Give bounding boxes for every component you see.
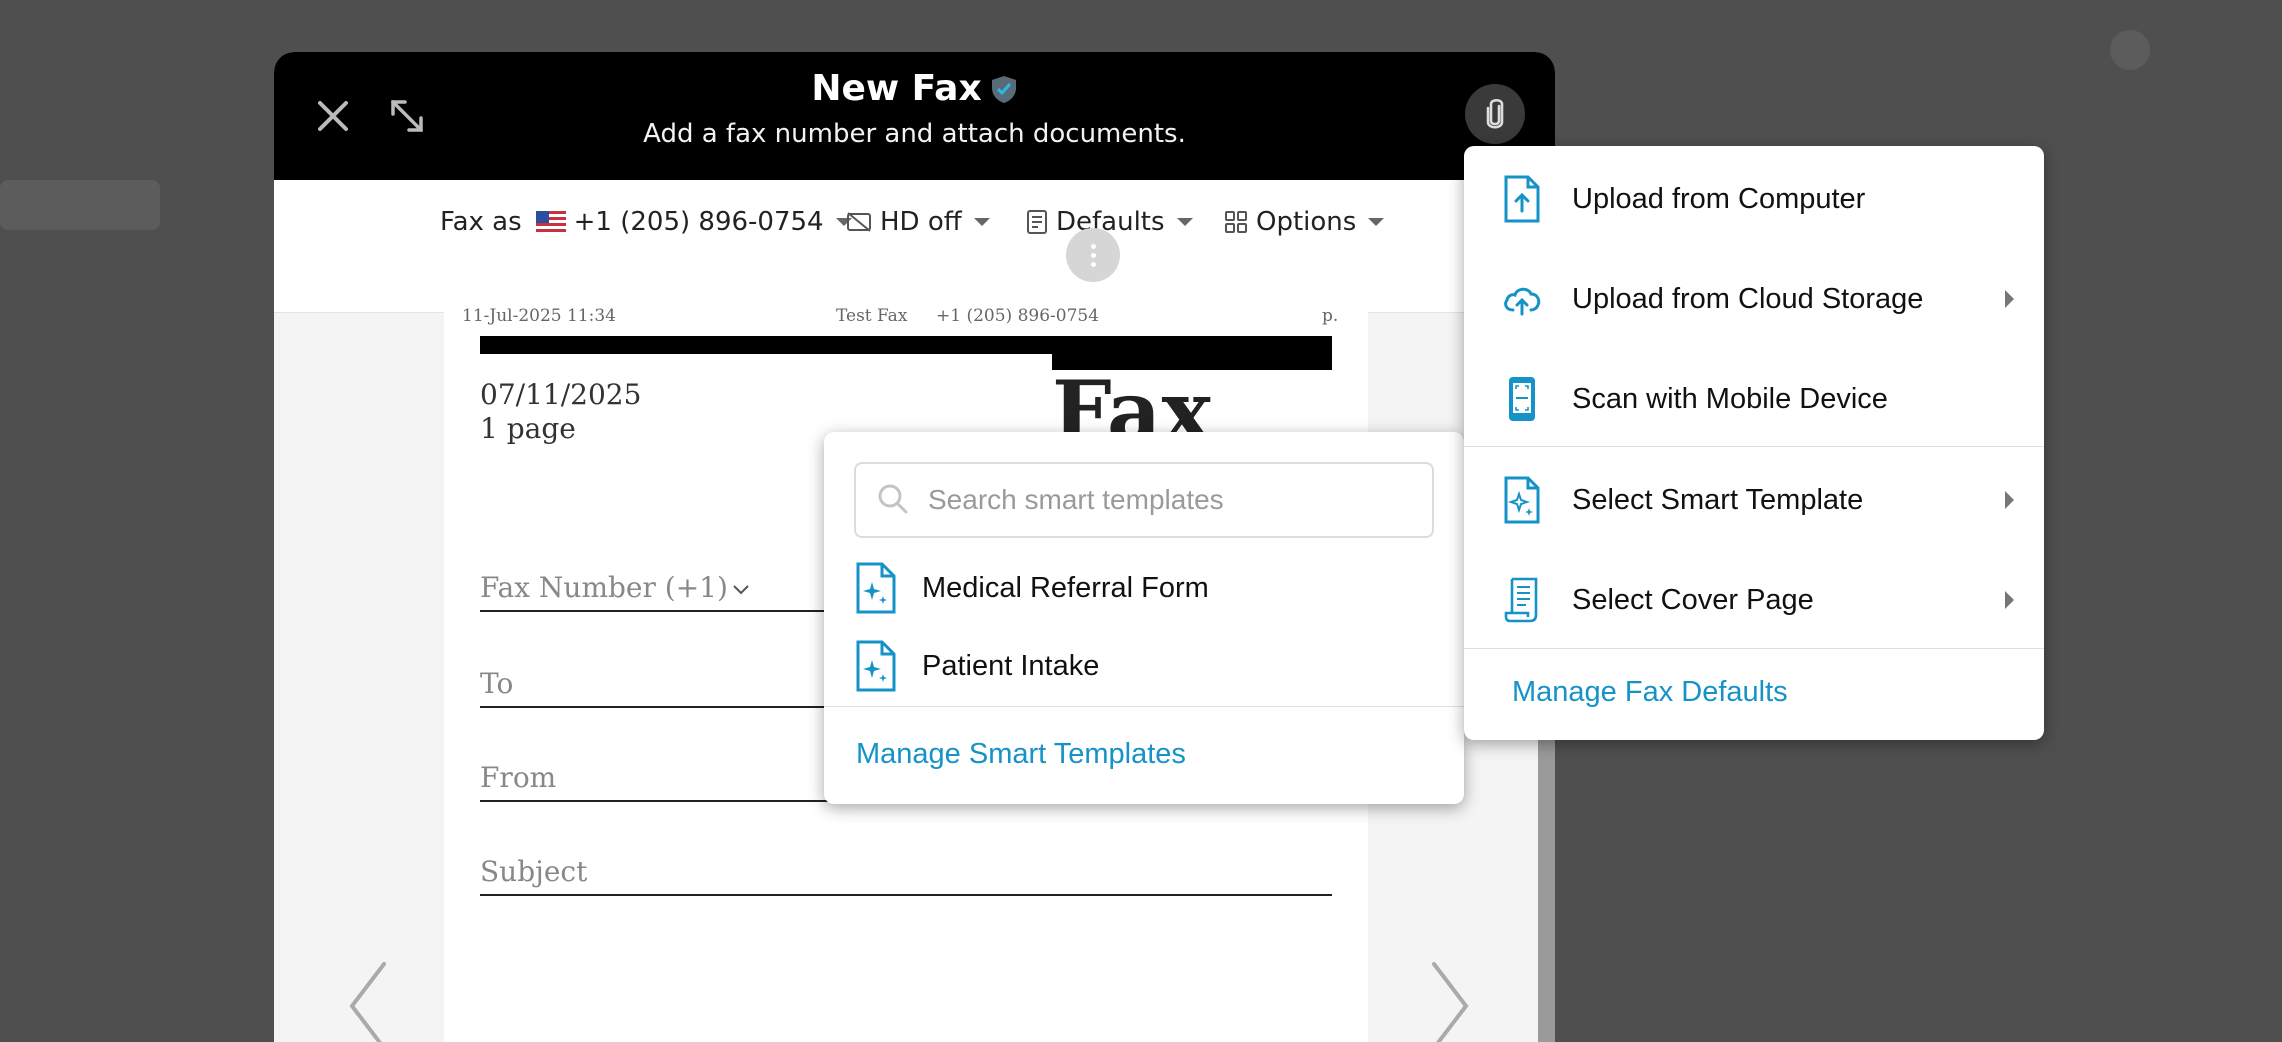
prev-page-arrow-icon[interactable]: [340, 956, 400, 1042]
smart-template-icon: [856, 640, 896, 692]
dot: [1090, 252, 1096, 258]
chevron-right-icon: [2005, 290, 2014, 308]
smart-templates-popup: Medical Referral Form Patient Intake Man…: [824, 432, 1464, 804]
template-item-patient-intake[interactable]: Patient Intake: [854, 640, 1099, 692]
search-icon: [878, 484, 908, 514]
cover-page-icon: [1504, 577, 1538, 623]
page-header-sender: Test Fax: [836, 306, 908, 326]
upload-from-computer-item[interactable]: Upload from Computer: [1464, 151, 2044, 247]
template-item-medical-referral[interactable]: Medical Referral Form: [854, 562, 1209, 614]
modal-subtitle: Add a fax number and attach documents.: [643, 119, 1186, 149]
chevron-down-icon: [1368, 218, 1385, 226]
defaults-label: Defaults: [1056, 207, 1165, 237]
template-label: Medical Referral Form: [922, 571, 1209, 604]
modal-title-wrap: New Fax: [811, 68, 1017, 109]
smart-template-search: [854, 462, 1434, 538]
select-smart-template-item[interactable]: Select Smart Template: [1464, 452, 2044, 548]
subject-label: Subject: [480, 855, 588, 888]
manage-fax-defaults-link[interactable]: Manage Fax Defaults: [1512, 676, 1788, 709]
menu-item-label: Upload from Cloud Storage: [1572, 282, 1924, 315]
paperclip-icon: [1486, 98, 1504, 129]
cloud-upload-icon: [1504, 287, 1541, 316]
options-label: Options: [1256, 207, 1357, 237]
dot: [1090, 243, 1096, 249]
divider: [1464, 446, 2044, 447]
chevron-down-icon: [973, 218, 990, 226]
attach-button[interactable]: [1465, 84, 1525, 144]
hd-label: HD off: [880, 207, 962, 237]
modal-header: New Fax Add a fax number and attach docu…: [274, 52, 1555, 180]
hd-off-icon: [847, 212, 871, 232]
from-label: From: [480, 761, 557, 794]
divider: [824, 706, 1464, 707]
document-icon: [1027, 210, 1047, 234]
smart-template-icon: [1504, 476, 1540, 524]
fax-number-label: Fax Number (+1): [480, 571, 728, 604]
divider: [1464, 648, 2044, 649]
menu-item-label: Scan with Mobile Device: [1572, 382, 1888, 415]
template-label: Patient Intake: [922, 649, 1100, 682]
dot: [1090, 261, 1096, 267]
us-flag-icon: [535, 211, 566, 233]
to-label: To: [480, 667, 514, 700]
page-header-date: 11-Jul-2025 11:34: [462, 306, 616, 326]
modal-title: New Fax: [811, 68, 982, 109]
page-options-button[interactable]: [1066, 228, 1120, 282]
manage-smart-templates-link[interactable]: Manage Smart Templates: [856, 738, 1186, 771]
search-input[interactable]: [926, 483, 1410, 517]
attach-menu: Upload from Computer Upload from Cloud S…: [1464, 146, 2044, 740]
fax-toolbar: Fax as +1 (205) 896-0754 HD off Defaults…: [274, 180, 1555, 313]
select-cover-page-item[interactable]: Select Cover Page: [1464, 552, 2044, 648]
hd-toggle[interactable]: HD off: [846, 180, 990, 264]
fax-as-label: Fax as: [440, 207, 522, 237]
chevron-down-icon: [1176, 218, 1193, 226]
page-count: 1 page: [480, 412, 576, 445]
page-header-page: p.: [1322, 306, 1339, 326]
subject-field[interactable]: Subject: [480, 850, 1332, 896]
mobile-scan-icon: [1509, 377, 1535, 421]
next-page-arrow-icon[interactable]: [1418, 956, 1478, 1042]
menu-item-label: Upload from Computer: [1572, 182, 1866, 215]
background-block: [2110, 30, 2150, 70]
grid-icon: [1225, 211, 1247, 233]
background-block: [0, 180, 160, 230]
smart-template-icon: [856, 562, 896, 614]
fax-as-selector[interactable]: Fax as +1 (205) 896-0754: [440, 180, 852, 264]
shield-icon: [991, 75, 1016, 103]
page-date: 07/11/2025: [480, 378, 642, 411]
menu-item-label: Select Cover Page: [1572, 583, 1814, 616]
fax-number-value: +1 (205) 896-0754: [573, 207, 824, 237]
options-dropdown[interactable]: Options: [1224, 180, 1385, 264]
scan-mobile-item[interactable]: Scan with Mobile Device: [1464, 351, 2044, 447]
upload-file-icon: [1504, 175, 1540, 223]
menu-item-label: Select Smart Template: [1572, 483, 1864, 516]
chevron-right-icon: [2005, 591, 2014, 609]
chevron-down-icon: [733, 585, 749, 595]
page-header-number: +1 (205) 896-0754: [936, 306, 1100, 326]
upload-from-cloud-item[interactable]: Upload from Cloud Storage: [1464, 251, 2044, 347]
chevron-right-icon: [2005, 491, 2014, 509]
